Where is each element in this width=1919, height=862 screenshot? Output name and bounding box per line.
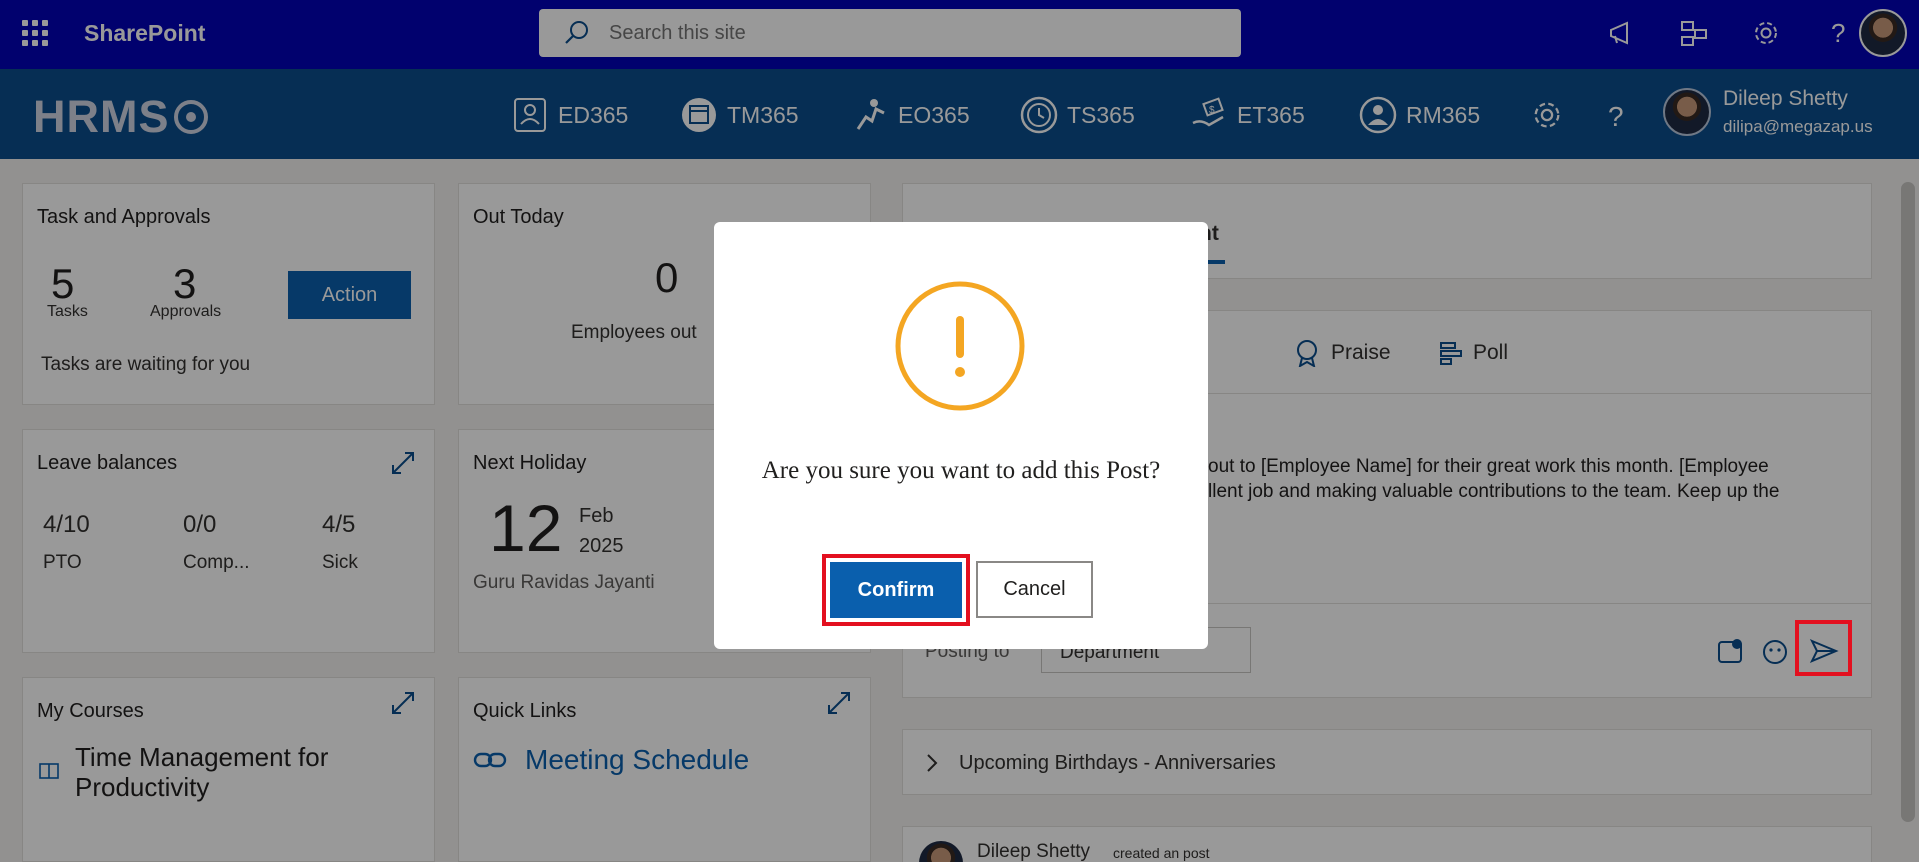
confirm-dialog: Are you sure you want to add this Post? …	[714, 222, 1208, 649]
highlight-box	[1795, 620, 1852, 676]
confirm-button[interactable]: Confirm	[830, 562, 962, 618]
warning-icon	[895, 281, 1025, 411]
cancel-button[interactable]: Cancel	[976, 561, 1093, 618]
dialog-message: Are you sure you want to add this Post?	[761, 457, 1161, 484]
